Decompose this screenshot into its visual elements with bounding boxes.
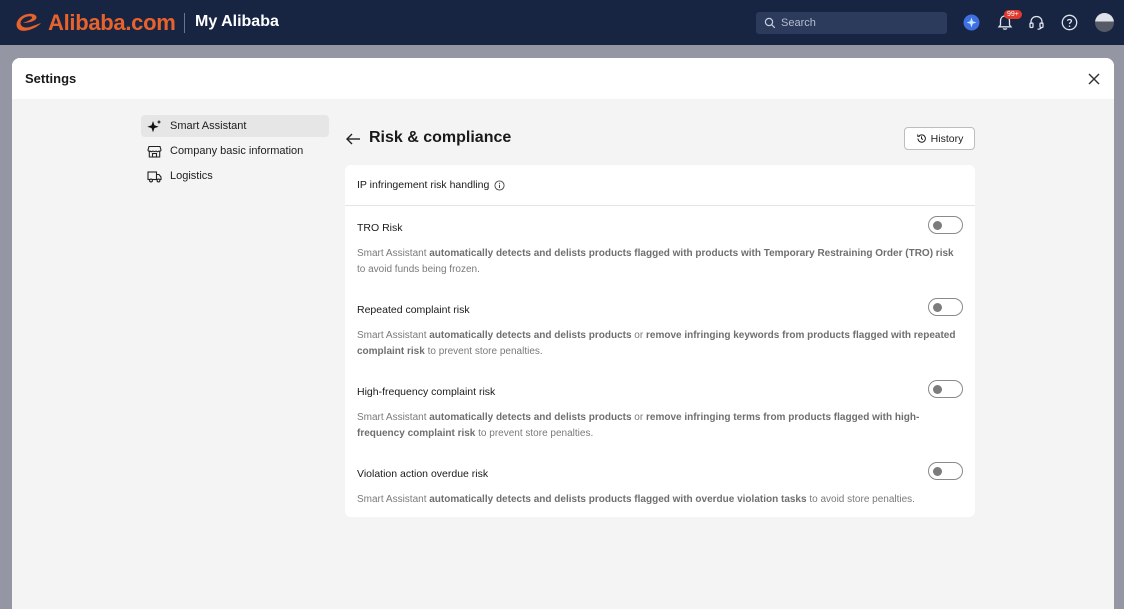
sparkle-icon — [147, 119, 162, 134]
search-input[interactable] — [781, 17, 941, 29]
logo-text: Alibaba.com — [48, 10, 176, 35]
risk-description-text: to prevent store penalties. — [475, 428, 594, 439]
modal-header: Settings — [12, 58, 1114, 99]
sidebar-item-label: Company basic information — [170, 145, 304, 157]
logo-divider — [184, 13, 185, 33]
high-frequency-complaint-toggle[interactable] — [928, 380, 963, 398]
risk-description-text: to avoid store penalties. — [806, 494, 915, 505]
risk-description: Smart Assistant automatically detects an… — [357, 246, 963, 278]
history-button[interactable]: History — [904, 127, 975, 150]
sidebar-item-label: Logistics — [170, 170, 213, 182]
risk-item-tro: TRO Risk Smart Assistant automatically d… — [357, 216, 963, 278]
violation-overdue-toggle[interactable] — [928, 462, 963, 480]
tro-risk-toggle[interactable] — [928, 216, 963, 234]
sidebar-item-smart-assistant[interactable]: Smart Assistant — [141, 115, 329, 137]
top-nav-bar: Alibaba.com My Alibaba 99+ — [0, 0, 1124, 45]
panel-header: Risk & compliance History — [345, 126, 975, 152]
product-name[interactable]: My Alibaba — [195, 13, 279, 31]
section-header: IP infringement risk handling — [345, 165, 975, 206]
avatar[interactable] — [1095, 13, 1114, 32]
risk-description-text: automatically detects and delists produc… — [429, 330, 632, 341]
risk-item-high-frequency-complaint: High-frequency complaint risk Smart Assi… — [357, 380, 963, 442]
help-icon[interactable] — [1060, 13, 1079, 32]
risk-description: Smart Assistant automatically detects an… — [357, 410, 963, 442]
risk-description-text: to avoid funds being frozen. — [357, 264, 480, 275]
risk-description-text: Smart Assistant — [357, 494, 430, 505]
risk-description-text: automatically detects and delists produc… — [429, 248, 954, 259]
truck-icon — [147, 169, 162, 184]
sidebar-item-company-info[interactable]: Company basic information — [141, 140, 329, 162]
repeated-complaint-toggle[interactable] — [928, 298, 963, 316]
risk-description-text: Smart Assistant — [357, 330, 430, 341]
sidebar-item-label: Smart Assistant — [170, 120, 247, 132]
settings-modal: Settings Smart Assistant Company basic i… — [12, 58, 1114, 609]
alibaba-logo[interactable]: Alibaba.com — [14, 9, 176, 37]
search-box[interactable] — [756, 12, 947, 34]
risk-description-text: to prevent store penalties. — [424, 346, 543, 357]
risk-description-text: automatically detects and delists produc… — [429, 412, 632, 423]
risk-description-text: Smart Assistant — [357, 412, 430, 423]
risk-item-violation-overdue: Violation action overdue risk Smart Assi… — [357, 462, 963, 508]
risk-item-repeated-complaint: Repeated complaint risk Smart Assistant … — [357, 298, 963, 360]
risk-description: Smart Assistant automatically detects an… — [357, 492, 963, 508]
risk-description: Smart Assistant automatically detects an… — [357, 328, 963, 360]
risk-title: Violation action overdue risk — [357, 468, 489, 480]
modal-title: Settings — [25, 71, 77, 86]
alibaba-logo-icon — [16, 13, 41, 31]
settings-sidebar: Smart Assistant Company basic informatio… — [141, 115, 329, 190]
ai-assistant-icon[interactable] — [962, 13, 981, 32]
ip-risk-card: IP infringement risk handling TRO Risk S… — [345, 165, 975, 517]
search-icon — [764, 17, 776, 29]
close-icon[interactable] — [1087, 72, 1101, 86]
storefront-icon — [147, 144, 162, 159]
section-title: IP infringement risk handling — [357, 179, 490, 191]
history-button-label: History — [930, 132, 964, 145]
risk-description-text: or — [631, 330, 646, 341]
risk-compliance-panel: Risk & compliance History IP infringemen… — [345, 126, 975, 517]
risk-description-text: automatically detects and delists produc… — [429, 494, 807, 505]
page-title: Risk & compliance — [369, 129, 512, 146]
back-arrow-icon[interactable] — [345, 132, 361, 146]
sidebar-item-logistics[interactable]: Logistics — [141, 165, 329, 187]
history-icon — [916, 134, 926, 143]
risk-title: High-frequency complaint risk — [357, 386, 496, 398]
risk-title: TRO Risk — [357, 222, 403, 234]
risk-description-text: Smart Assistant — [357, 248, 430, 259]
info-icon[interactable] — [494, 179, 505, 191]
headset-icon[interactable] — [1027, 13, 1046, 32]
risk-description-text: or — [631, 412, 646, 423]
notification-badge: 99+ — [1004, 10, 1022, 19]
risk-title: Repeated complaint risk — [357, 304, 470, 316]
